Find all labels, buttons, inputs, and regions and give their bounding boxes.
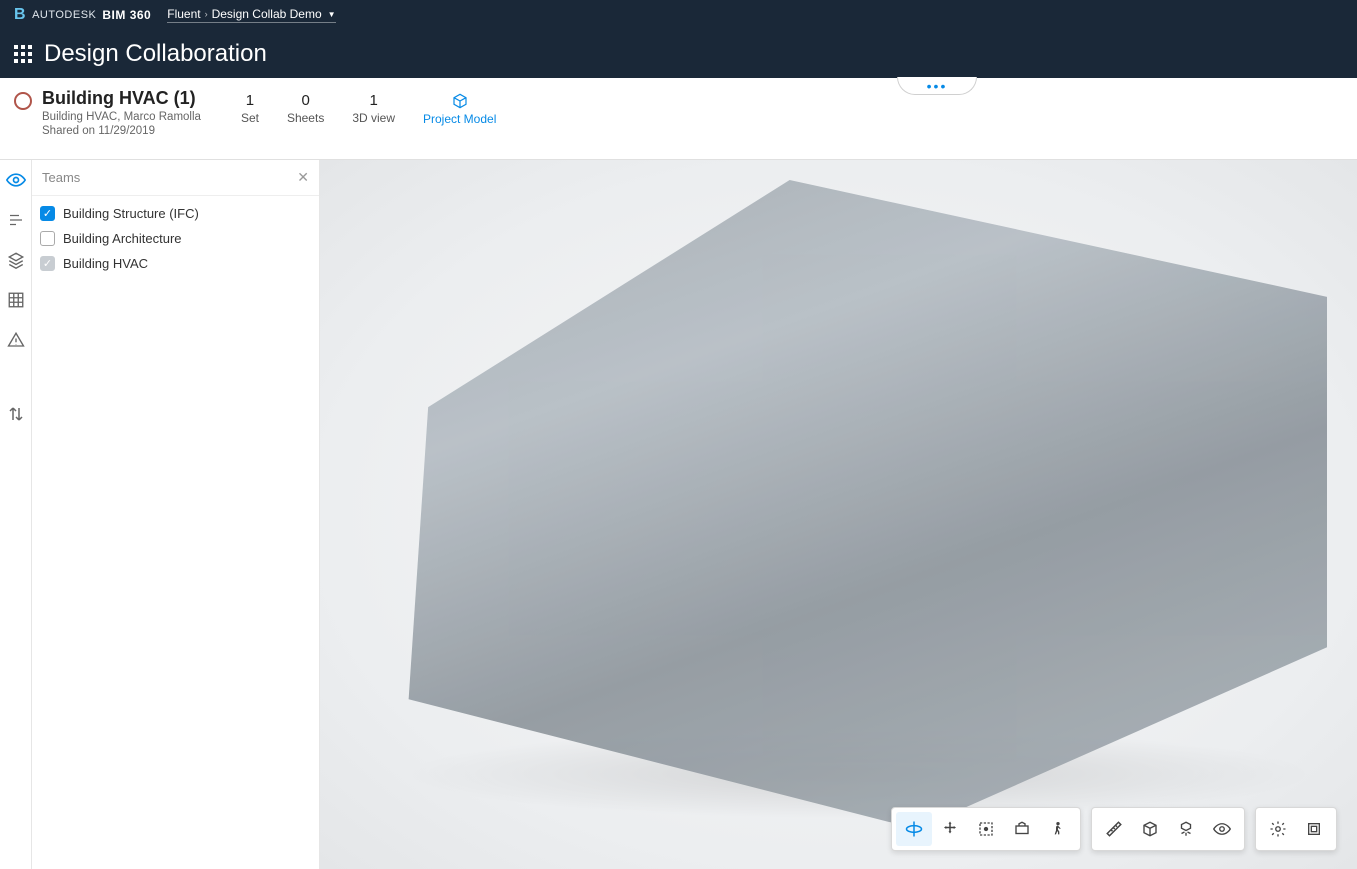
package-info: Building HVAC (1) Building HVAC, Marco R…: [14, 88, 201, 137]
measure-icon[interactable]: [1096, 812, 1132, 846]
eye-icon[interactable]: [4, 168, 28, 192]
grid-icon[interactable]: [4, 288, 28, 312]
zoom-extents-icon[interactable]: [968, 812, 1004, 846]
viewer-toolbars: [891, 807, 1337, 851]
team-item-structure[interactable]: ✓ Building Structure (IFC): [40, 206, 311, 221]
close-icon[interactable]: ✕: [297, 169, 309, 186]
settings-toolbar: [1255, 807, 1337, 851]
left-rail: [0, 160, 32, 869]
checkbox-icon[interactable]: ✓: [40, 256, 55, 271]
module-title: Design Collaboration: [44, 40, 267, 68]
chevron-right-icon: ›: [205, 9, 208, 19]
package-shared-date: Shared on 11/29/2019: [42, 125, 201, 137]
stat-3dview[interactable]: 1 3D view: [352, 92, 395, 126]
teams-panel-title: Teams: [42, 170, 80, 185]
package-title: Building HVAC (1): [42, 88, 201, 109]
orbit-icon[interactable]: [896, 812, 932, 846]
project-breadcrumb[interactable]: Fluent › Design Collab Demo ▼: [167, 7, 335, 23]
breadcrumb-project: Design Collab Demo: [212, 7, 322, 21]
team-item-architecture[interactable]: Building Architecture: [40, 231, 311, 246]
stat-project-model[interactable]: Project Model: [423, 92, 496, 126]
compare-icon[interactable]: [4, 402, 28, 426]
package-stats: 1 Set 0 Sheets 1 3D view Project Model: [241, 92, 496, 126]
settings-icon[interactable]: [1260, 812, 1296, 846]
levels-icon[interactable]: [4, 208, 28, 232]
top-row: B AUTODESK BIM 360 Fluent › Design Colla…: [0, 0, 1357, 30]
caret-down-icon: ▼: [328, 10, 336, 19]
teams-panel-header: Teams ✕: [32, 160, 319, 196]
section-icon[interactable]: [1132, 812, 1168, 846]
checkbox-icon[interactable]: [40, 231, 55, 246]
teams-list: ✓ Building Structure (IFC) Building Arch…: [32, 196, 319, 281]
package-status-icon: [14, 92, 32, 110]
nav-toolbar: [891, 807, 1081, 851]
explode-icon[interactable]: [1168, 812, 1204, 846]
cube-icon: [452, 92, 468, 110]
package-author: Building HVAC, Marco Ramolla: [42, 111, 201, 123]
team-label: Building HVAC: [63, 256, 148, 271]
module-switcher-icon[interactable]: [14, 45, 32, 63]
brand-product: BIM 360: [102, 8, 151, 22]
stat-set[interactable]: 1 Set: [241, 92, 259, 126]
title-row: Design Collaboration: [0, 30, 1357, 78]
breadcrumb-root: Fluent: [167, 7, 200, 21]
team-label: Building Structure (IFC): [63, 206, 199, 221]
model-viewer[interactable]: [320, 160, 1357, 869]
bim-logo-icon: B: [14, 6, 26, 24]
package-header: ••• Building HVAC (1) Building HVAC, Mar…: [0, 78, 1357, 160]
walk-icon[interactable]: [1040, 812, 1076, 846]
checkbox-icon[interactable]: ✓: [40, 206, 55, 221]
main-area: Teams ✕ ✓ Building Structure (IFC) Build…: [0, 160, 1357, 869]
brand-prefix: AUTODESK: [32, 9, 96, 21]
timeline-pull-tab[interactable]: •••: [897, 77, 977, 95]
product-logo: B AUTODESK BIM 360: [14, 6, 151, 24]
team-label: Building Architecture: [63, 231, 182, 246]
pan-icon[interactable]: [932, 812, 968, 846]
fullscreen-icon[interactable]: [1296, 812, 1332, 846]
teams-panel: Teams ✕ ✓ Building Structure (IFC) Build…: [32, 160, 320, 869]
tools-toolbar: [1091, 807, 1245, 851]
team-item-hvac[interactable]: ✓ Building HVAC: [40, 256, 311, 271]
top-header: B AUTODESK BIM 360 Fluent › Design Colla…: [0, 0, 1357, 78]
layers-icon[interactable]: [4, 248, 28, 272]
stat-sheets[interactable]: 0 Sheets: [287, 92, 324, 126]
warning-icon[interactable]: [4, 328, 28, 352]
first-person-icon[interactable]: [1004, 812, 1040, 846]
visibility-icon[interactable]: [1204, 812, 1240, 846]
